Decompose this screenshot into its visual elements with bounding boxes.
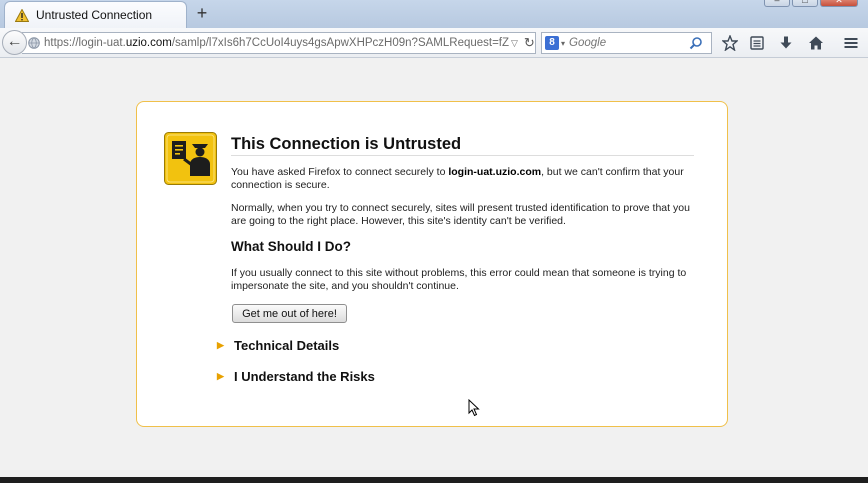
- advice-text: If you usually connect to this site with…: [231, 267, 687, 292]
- expand-triangle-icon: ▶: [217, 371, 224, 381]
- what-should-i-do-heading: What Should I Do?: [231, 239, 351, 254]
- technical-details-expander[interactable]: ▶ Technical Details: [217, 338, 339, 353]
- untrusted-host: login-uat.uzio.com: [448, 166, 542, 178]
- minimize-button[interactable]: –: [764, 0, 790, 7]
- search-input[interactable]: [569, 37, 688, 49]
- menu-icon[interactable]: [842, 34, 860, 52]
- understand-risks-label: I Understand the Risks: [234, 369, 375, 384]
- taskbar-edge: [0, 477, 868, 483]
- error-panel: This Connection is Untrusted You have as…: [136, 101, 728, 427]
- url-path: /samlp/l7xIs6h7CcUoI4uys4gsApwXHPczH09n?…: [171, 37, 509, 49]
- mouse-cursor-icon: [468, 399, 480, 417]
- url-text[interactable]: https://login-uat.uzio.com/samlp/l7xIs6h…: [44, 37, 509, 49]
- tab-strip: Untrusted Connection + – □ ✕: [0, 0, 868, 28]
- maximize-button[interactable]: □: [792, 0, 818, 7]
- para1-start: You have asked Firefox to connect secure…: [231, 166, 449, 178]
- search-engine-icon[interactable]: 8: [545, 36, 559, 50]
- expand-triangle-icon: ▶: [217, 340, 224, 350]
- close-window-button[interactable]: ✕: [820, 0, 858, 7]
- title-divider: [231, 155, 694, 156]
- get-me-out-button[interactable]: Get me out of here!: [232, 304, 347, 323]
- technical-details-label: Technical Details: [234, 338, 340, 353]
- url-bar[interactable]: https://login-uat.uzio.com/samlp/l7xIs6h…: [22, 32, 536, 54]
- identity-explanation: Normally, when you try to connect secure…: [231, 202, 690, 227]
- new-tab-button[interactable]: +: [192, 3, 212, 23]
- certificate-officer-icon: [164, 132, 217, 185]
- reload-icon[interactable]: ↻: [524, 35, 535, 51]
- bookmark-star-icon[interactable]: [721, 34, 739, 52]
- search-engine-dropdown-icon[interactable]: ▾: [561, 39, 565, 48]
- tab-untrusted-connection[interactable]: Untrusted Connection: [4, 1, 187, 28]
- globe-icon: [28, 37, 40, 49]
- understand-risks-expander[interactable]: ▶ I Understand the Risks: [217, 369, 375, 384]
- url-prefix: https://login-uat.: [44, 37, 126, 49]
- window-controls: – □ ✕: [764, 0, 858, 7]
- error-title: This Connection is Untrusted: [231, 135, 462, 153]
- url-dropdown-icon[interactable]: ▽: [511, 38, 518, 49]
- search-bar[interactable]: 8 ▾: [541, 32, 712, 54]
- untrusted-explanation: You have asked Firefox to connect secure…: [231, 166, 701, 192]
- home-icon[interactable]: [807, 34, 825, 52]
- url-domain: uzio.com: [125, 37, 172, 49]
- search-icon[interactable]: [689, 36, 703, 50]
- bookmarks-menu-icon[interactable]: [748, 34, 766, 52]
- download-icon[interactable]: [777, 34, 795, 52]
- tab-title: Untrusted Connection: [36, 8, 153, 22]
- warning-icon: [15, 8, 29, 22]
- page-content: This Connection is Untrusted You have as…: [0, 59, 868, 477]
- navigation-toolbar: https://login-uat.uzio.com/samlp/l7xIs6h…: [0, 28, 868, 58]
- back-button[interactable]: ←: [2, 30, 27, 55]
- back-arrow-icon: ←: [6, 33, 23, 50]
